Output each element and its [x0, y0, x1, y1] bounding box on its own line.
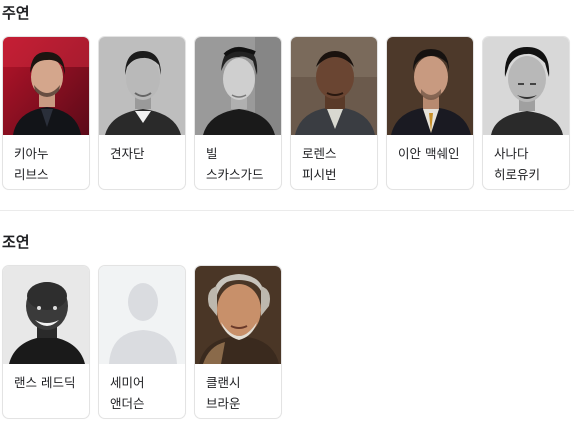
cast-name: 견자단	[110, 146, 145, 161]
cast-card-keanu-reeves[interactable]: 키아누 리브스	[2, 36, 90, 190]
section-title-supporting-cast: 조연	[2, 233, 30, 251]
person-placeholder-icon	[99, 266, 185, 364]
person-photo	[3, 266, 89, 364]
cast-card-donnie-yen[interactable]: 견자단	[98, 36, 186, 190]
cast-name: 이안 맥쉐인	[398, 146, 460, 161]
person-photo	[99, 37, 185, 135]
person-photo	[3, 37, 89, 135]
person-photo	[483, 37, 569, 135]
person-photo	[195, 266, 281, 364]
person-photo	[195, 37, 281, 135]
cast-card-saamer-usmani[interactable]: 세미어 앤더슨	[98, 265, 186, 419]
cast-card-hiroyuki-sanada[interactable]: 사나다 히로유키	[482, 36, 570, 190]
cast-card-ian-mcshane[interactable]: 이안 맥쉐인	[386, 36, 474, 190]
cast-name: 랜스 레드딕	[14, 375, 76, 390]
cast-name: 빌 스카스가드	[206, 146, 264, 182]
cast-card-bill-skarsgard[interactable]: 빌 스카스가드	[194, 36, 282, 190]
cast-name: 클랜시 브라운	[206, 375, 241, 411]
cast-card-lance-reddick[interactable]: 랜스 레드딕	[2, 265, 90, 419]
cast-name: 로렌스 피시번	[302, 146, 337, 182]
cast-name: 세미어 앤더슨	[110, 375, 145, 411]
person-photo	[291, 37, 377, 135]
cast-card-clancy-brown[interactable]: 클랜시 브라운	[194, 265, 282, 419]
section-divider	[0, 210, 574, 211]
cast-card-laurence-fishburne[interactable]: 로렌스 피시번	[290, 36, 378, 190]
cast-name: 키아누 리브스	[14, 146, 49, 182]
person-photo	[387, 37, 473, 135]
cast-name: 사나다 히로유키	[494, 146, 541, 182]
section-title-main-cast: 주연	[2, 4, 30, 22]
